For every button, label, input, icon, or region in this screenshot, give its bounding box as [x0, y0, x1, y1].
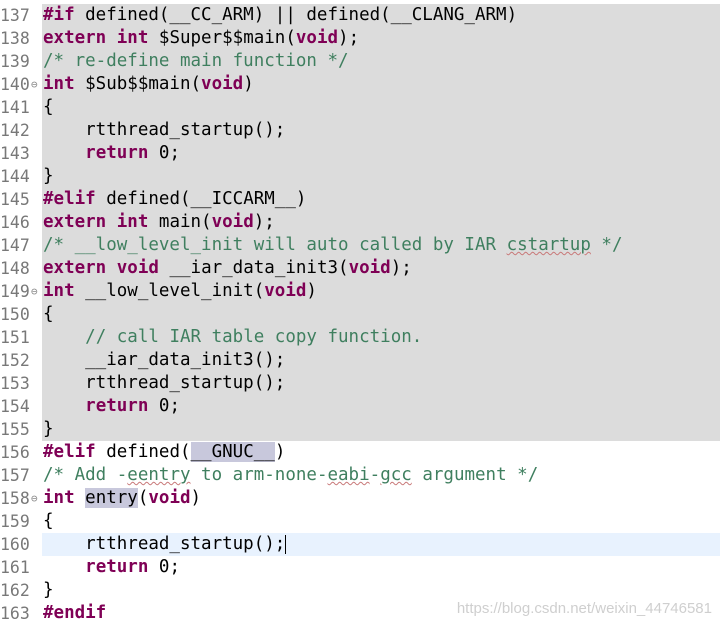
code-line[interactable]: 146 extern int main(void);	[0, 211, 720, 234]
line-number: 154	[0, 397, 30, 416]
code-line[interactable]: 143 return 0;	[0, 142, 720, 165]
line-number: 163	[0, 604, 30, 623]
line-number: 161	[0, 558, 30, 577]
code-text[interactable]: }	[42, 165, 720, 188]
code-line[interactable]: 147 /* __low_level_init will auto called …	[0, 234, 720, 257]
code-line[interactable]: 162}	[0, 579, 720, 602]
code-text[interactable]: {	[42, 96, 720, 119]
code-line[interactable]: 154 return 0;	[0, 395, 720, 418]
code-line[interactable]: 142 rtthread_startup();	[0, 119, 720, 142]
code-text[interactable]: }	[42, 579, 720, 602]
line-number: 151	[0, 328, 30, 347]
line-number: 143	[0, 144, 30, 163]
line-number: 146	[0, 213, 30, 232]
code-line[interactable]: 158 ⊖ int entry(void)	[0, 487, 720, 510]
line-number: 162	[0, 581, 30, 600]
code-line[interactable]: 141 {	[0, 96, 720, 119]
code-text[interactable]: int __low_level_init(void)	[42, 280, 720, 303]
fold-collapse-icon[interactable]: ⊖	[31, 487, 38, 510]
code-line[interactable]: 152 __iar_data_init3();	[0, 349, 720, 372]
code-line[interactable]: 139 /* re-define main function */	[0, 50, 720, 73]
code-text[interactable]: /* re-define main function */	[42, 50, 720, 73]
line-number: 148	[0, 259, 30, 278]
code-line[interactable]: 153 rtthread_startup();	[0, 372, 720, 395]
code-line[interactable]: 155}	[0, 418, 720, 441]
line-number: 150	[0, 305, 30, 324]
code-text[interactable]: /* Add -eentry to arm-none-eabi-gcc argu…	[42, 464, 720, 487]
code-line[interactable]: 140 ⊖ int $Sub$$main(void)	[0, 73, 720, 96]
line-number: 139	[0, 52, 30, 71]
code-line[interactable]: 150 {	[0, 303, 720, 326]
line-number: 141	[0, 98, 30, 117]
code-text[interactable]: __iar_data_init3();	[42, 349, 720, 372]
code-editor[interactable]: 137 #if defined(__CC_ARM) || defined(__CL…	[0, 4, 720, 625]
line-number: 145	[0, 190, 30, 209]
code-text[interactable]: return 0;	[42, 142, 720, 165]
code-text[interactable]: /* __low_level_init will auto called by …	[42, 234, 720, 257]
code-text[interactable]: #if defined(__CC_ARM) || defined(__CLANG…	[42, 4, 720, 27]
line-number: 153	[0, 374, 30, 393]
code-text[interactable]: int $Sub$$main(void)	[42, 73, 720, 96]
fold-collapse-icon[interactable]: ⊖	[31, 280, 38, 303]
code-text[interactable]: return 0;	[42, 395, 720, 418]
code-line[interactable]: 159 {	[0, 510, 720, 533]
code-text[interactable]: }	[42, 418, 720, 441]
code-line[interactable]: 148 extern void __iar_data_init3(void);	[0, 257, 720, 280]
code-text[interactable]: {	[42, 510, 720, 533]
code-text[interactable]: {	[42, 303, 720, 326]
line-number: 157	[0, 466, 30, 485]
code-line[interactable]: 149 ⊖ int __low_level_init(void)	[0, 280, 720, 303]
code-line[interactable]: 137 #if defined(__CC_ARM) || defined(__CL…	[0, 4, 720, 27]
line-number: 137	[0, 6, 30, 25]
code-line[interactable]: 138 extern int $Super$$main(void);	[0, 27, 720, 50]
line-number: 142	[0, 121, 30, 140]
line-number: 160	[0, 535, 30, 554]
code-text[interactable]: #elif defined(__ICCARM__)	[42, 188, 720, 211]
code-line[interactable]: 151 // call IAR table copy function.	[0, 326, 720, 349]
line-number: 138	[0, 29, 30, 48]
line-number: 152	[0, 351, 30, 370]
code-text[interactable]: rtthread_startup();	[42, 119, 720, 142]
code-line[interactable]: 145 #elif defined(__ICCARM__)	[0, 188, 720, 211]
code-text[interactable]: extern void __iar_data_init3(void);	[42, 257, 720, 280]
code-text[interactable]: extern int $Super$$main(void);	[42, 27, 720, 50]
line-number: 159	[0, 512, 30, 531]
code-line[interactable]: 144}	[0, 165, 720, 188]
code-line[interactable]: 160 rtthread_startup();	[0, 533, 720, 556]
line-number: 147	[0, 236, 30, 255]
code-text[interactable]: return 0;	[42, 556, 720, 579]
code-text[interactable]: #elif defined(__GNUC__)	[42, 441, 720, 464]
code-text[interactable]: int entry(void)	[42, 487, 720, 510]
fold-collapse-icon[interactable]: ⊖	[31, 73, 38, 96]
code-line[interactable]: 161 return 0;	[0, 556, 720, 579]
code-line[interactable]: 156 #elif defined(__GNUC__)	[0, 441, 720, 464]
line-number: 144	[0, 167, 30, 186]
code-text[interactable]: // call IAR table copy function.	[42, 326, 720, 349]
code-text[interactable]: extern int main(void);	[42, 211, 720, 234]
line-number: 155	[0, 420, 30, 439]
code-text[interactable]: rtthread_startup();	[42, 533, 720, 556]
code-line[interactable]: 157 /* Add -eentry to arm-none-eabi-gcc a…	[0, 464, 720, 487]
watermark: https://blog.csdn.net/weixin_44746581	[456, 600, 712, 617]
line-number: 156	[0, 443, 30, 462]
code-text[interactable]: rtthread_startup();	[42, 372, 720, 395]
